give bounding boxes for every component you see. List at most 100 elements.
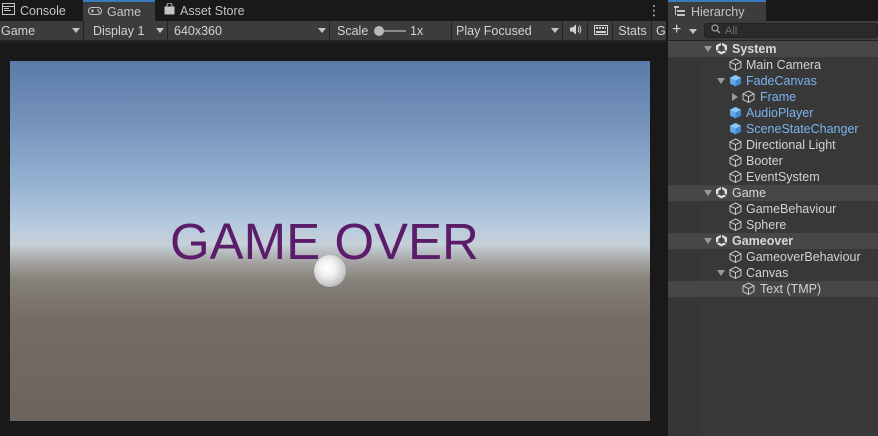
chevron-down-icon xyxy=(318,28,326,33)
gamepad-icon xyxy=(88,5,102,19)
tree-item-booter[interactable]: Booter xyxy=(668,153,878,169)
tab-game-label: Game xyxy=(107,4,142,19)
search-input[interactable] xyxy=(725,24,875,37)
expand-arrow-icon[interactable] xyxy=(704,238,712,244)
unity-scene-icon xyxy=(715,234,728,247)
expand-arrow-icon[interactable] xyxy=(704,190,712,196)
hierarchy-panel: Hierarchy + System Main C xyxy=(668,0,878,436)
resolution-dropdown[interactable]: 640x360 xyxy=(170,21,330,40)
tree-item-eventsystem[interactable]: EventSystem xyxy=(668,169,878,185)
stats-label: Stats xyxy=(618,23,647,38)
game-mode-dropdown[interactable]: Game xyxy=(0,21,84,40)
chevron-down-icon xyxy=(156,28,164,33)
gameobject-cube-icon xyxy=(742,282,755,295)
more-menu-icon[interactable]: ⋮ xyxy=(647,2,661,19)
tab-game[interactable]: Game xyxy=(83,0,155,21)
mute-audio-button[interactable] xyxy=(564,21,588,40)
tree-item-gameover-scene[interactable]: Gameover xyxy=(668,233,878,249)
expand-arrow-icon[interactable] xyxy=(717,78,725,84)
prefab-cube-icon xyxy=(729,74,742,87)
expand-arrow-icon[interactable] xyxy=(717,270,725,276)
gameobject-cube-icon xyxy=(729,170,742,183)
tree-item-gamebehaviour[interactable]: GameBehaviour xyxy=(668,201,878,217)
gameobject-cube-icon xyxy=(729,154,742,167)
tree-item-gameoverbehaviour[interactable]: GameoverBehaviour xyxy=(668,249,878,265)
tree-item-fadecanvas[interactable]: FadeCanvas xyxy=(668,73,878,89)
tree-item-label: GameoverBehaviour xyxy=(746,250,861,264)
tree-item-audioplayer[interactable]: AudioPlayer xyxy=(668,105,878,121)
tab-console[interactable]: Console xyxy=(0,0,78,21)
tree-item-label: Game xyxy=(732,186,767,200)
display-dropdown[interactable]: Display 1 xyxy=(86,21,168,40)
tab-console-label: Console xyxy=(20,3,66,18)
tree-item-main-camera[interactable]: Main Camera xyxy=(668,57,878,73)
tab-asset-store[interactable]: Asset Store xyxy=(160,0,260,21)
tree-item-label: FadeCanvas xyxy=(746,74,817,88)
scale-value: 1x xyxy=(410,24,424,38)
play-mode-dropdown[interactable]: Play Focused xyxy=(453,21,563,40)
tree-item-text-tmp[interactable]: Text (TMP) xyxy=(668,281,878,297)
gameobject-cube-icon xyxy=(729,250,742,263)
chevron-down-icon xyxy=(689,29,697,34)
unity-scene-icon xyxy=(715,42,728,55)
tree-item-scenestatechanger[interactable]: SceneStateChanger xyxy=(668,121,878,137)
left-tab-bar: Console Game Asset Store ⋮ xyxy=(0,0,666,21)
resolution-value: 640x360 xyxy=(174,23,222,38)
tree-item-label: EventSystem xyxy=(746,170,820,184)
keyboard-shortcuts-button[interactable] xyxy=(589,21,613,40)
speaker-icon xyxy=(569,24,582,38)
gameobject-cube-icon xyxy=(742,90,755,103)
tab-hierarchy-label: Hierarchy xyxy=(691,4,745,19)
sphere-object xyxy=(314,255,346,287)
gizmos-button[interactable]: G xyxy=(653,21,666,40)
plus-icon: + xyxy=(672,21,682,38)
tree-item-label: Text (TMP) xyxy=(760,282,822,296)
tree-item-system[interactable]: System xyxy=(668,41,878,57)
add-object-button[interactable]: + xyxy=(672,22,700,39)
hierarchy-tab-bar: Hierarchy xyxy=(668,0,878,21)
gameobject-cube-icon xyxy=(729,58,742,71)
game-viewport[interactable]: GAME OVER xyxy=(10,61,650,421)
collapse-arrow-icon[interactable] xyxy=(732,93,738,101)
unity-scene-icon xyxy=(715,186,728,199)
scale-slider-handle[interactable] xyxy=(374,26,384,36)
prefab-cube-icon xyxy=(729,122,742,135)
hierarchy-list-icon xyxy=(674,5,685,19)
stats-button[interactable]: Stats xyxy=(614,21,652,40)
tree-item-game-scene[interactable]: Game xyxy=(668,185,878,201)
tree-item-frame[interactable]: Frame xyxy=(668,89,878,105)
hierarchy-toolbar: + xyxy=(668,21,878,41)
shopping-bag-icon xyxy=(164,2,175,18)
tree-item-label: Directional Light xyxy=(746,138,836,152)
expand-arrow-icon[interactable] xyxy=(704,46,712,52)
tree-item-label: AudioPlayer xyxy=(746,106,814,120)
console-icon xyxy=(2,3,15,18)
gameobject-cube-icon xyxy=(729,266,742,279)
gameobject-cube-icon xyxy=(729,138,742,151)
game-mode-value: Game xyxy=(1,23,36,38)
gameobject-cube-icon xyxy=(729,218,742,231)
tree-item-canvas[interactable]: Canvas xyxy=(668,265,878,281)
keyboard-icon xyxy=(593,24,608,38)
tree-item-sphere[interactable]: Sphere xyxy=(668,217,878,233)
hierarchy-search xyxy=(704,23,878,38)
tree-item-label: Sphere xyxy=(746,218,787,232)
chevron-down-icon xyxy=(72,28,80,33)
scale-label: Scale xyxy=(337,23,369,38)
tree-item-label: Main Camera xyxy=(746,58,822,72)
tree-item-label: GameBehaviour xyxy=(746,202,837,216)
scale-control: Scale 1x xyxy=(332,21,452,40)
game-view-area: GAME OVER xyxy=(0,42,666,436)
search-icon xyxy=(711,24,721,37)
game-toolbar: Game Display 1 640x360 Scale 1x Play Foc… xyxy=(0,21,666,41)
tree-item-label: SceneStateChanger xyxy=(746,122,859,136)
gameobject-cube-icon xyxy=(729,202,742,215)
game-panel: Console Game Asset Store ⋮ Game Display … xyxy=(0,0,666,436)
tab-asset-store-label: Asset Store xyxy=(180,3,245,18)
tree-item-label: Gameover xyxy=(732,234,794,248)
tab-hierarchy[interactable]: Hierarchy xyxy=(668,0,766,21)
tree-item-directional-light[interactable]: Directional Light xyxy=(668,137,878,153)
prefab-cube-icon xyxy=(729,106,742,119)
chevron-down-icon xyxy=(551,28,559,33)
tree-item-label: Booter xyxy=(746,154,783,168)
